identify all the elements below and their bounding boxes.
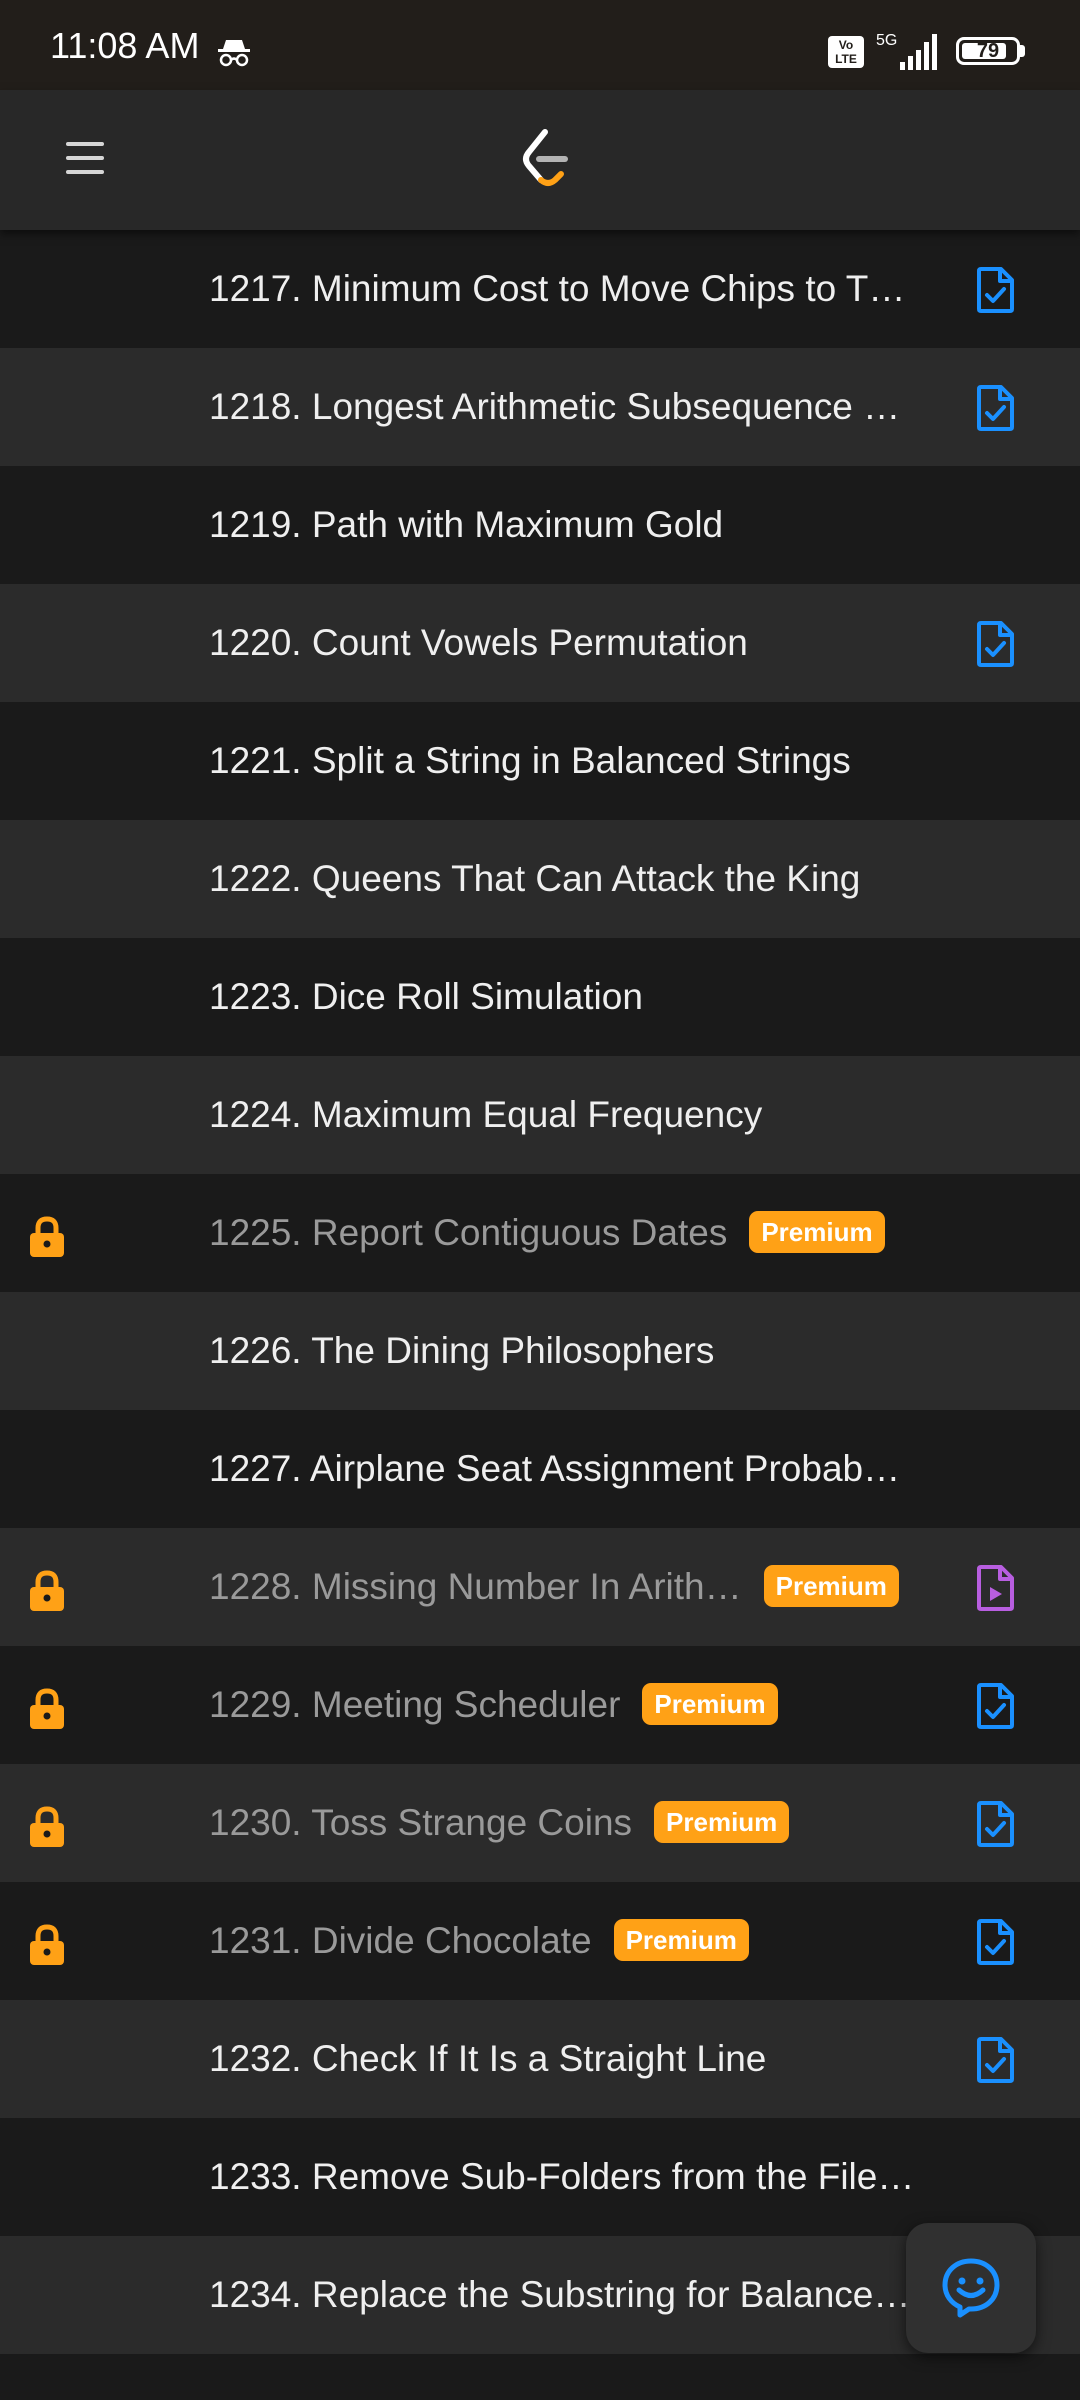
status-time: 11:08 AM [50,25,200,66]
problem-row[interactable]: 1229. Meeting Scheduler Premium [0,1646,1080,1764]
problem-title-text: 1227. Airplane Seat Assignment Probab… [209,1448,901,1489]
problem-row[interactable]: 1233. Remove Sub-Folders from the File… [0,2118,1080,2236]
signal-icon: 5G [876,32,940,72]
problem-title: 1222. Queens That Can Attack the King [209,820,860,938]
problem-title: 1220. Count Vowels Permutation [209,584,748,702]
problem-title: 1228. Missing Number In Arith… Premium [209,1528,899,1646]
hamburger-menu-icon[interactable] [66,140,104,176]
solution-article-icon[interactable] [974,1682,1016,1730]
problem-row[interactable]: 1230. Toss Strange Coins Premium [0,1764,1080,1882]
solution-article-icon[interactable] [974,384,1016,432]
problem-title-text: 1234. Replace the Substring for Balance… [209,2274,911,2315]
premium-badge: Premium [763,1565,899,1608]
battery-level: 79 [976,40,1000,62]
problem-row[interactable]: 1225. Report Contiguous Dates Premium [0,1174,1080,1292]
problem-title-text: 1229. Meeting Scheduler [209,1684,621,1725]
problem-row[interactable]: 1226. The Dining Philosophers [0,1292,1080,1410]
problem-title: 1227. Airplane Seat Assignment Probab… [209,1410,900,1528]
problem-title-text: 1225. Report Contiguous Dates [209,1212,728,1253]
problem-title-text: 1230. Toss Strange Coins [209,1802,633,1843]
problem-title-text: 1217. Minimum Cost to Move Chips to T… [209,268,906,309]
solution-article-icon[interactable] [974,266,1016,314]
volte-icon: Vo LTE [828,36,864,68]
problem-row[interactable]: 1231. Divide Chocolate Premium [0,1882,1080,2000]
solution-article-icon[interactable] [974,2036,1016,2084]
solution-article-icon[interactable] [974,1918,1016,1966]
battery-icon: 79 [956,37,1020,65]
problem-title: 1218. Longest Arithmetic Subsequence … [209,348,900,466]
premium-badge: Premium [749,1211,885,1254]
problem-row[interactable]: 1219. Path with Maximum Gold [0,466,1080,584]
problem-title: 1234. Replace the Substring for Balance… [209,2236,910,2354]
problem-title: 1226. The Dining Philosophers [209,1292,714,1410]
lock-icon [27,1688,67,1730]
problem-row[interactable]: 1220. Count Vowels Permutation [0,584,1080,702]
video-solution-icon[interactable] [974,1564,1016,1612]
problem-title: 1223. Dice Roll Simulation [209,938,643,1056]
problem-row[interactable]: 1218. Longest Arithmetic Subsequence … [0,348,1080,466]
problem-title: 1224. Maximum Equal Frequency [209,1056,762,1174]
problem-title-text: 1233. Remove Sub-Folders from the File… [209,2156,915,2197]
leetcode-logo-icon[interactable] [515,126,575,192]
problem-row[interactable]: 1223. Dice Roll Simulation [0,938,1080,1056]
problem-title-text: 1223. Dice Roll Simulation [209,976,643,1017]
problem-title: 1230. Toss Strange Coins Premium [209,1764,790,1882]
problem-list: 1217. Minimum Cost to Move Chips to T… 12… [0,230,1080,2354]
status-bar: 11:08 AM Vo LTE 5G 79 [0,0,1080,90]
solution-article-icon[interactable] [974,620,1016,668]
problem-title-text: 1232. Check If It Is a Straight Line [209,2038,767,2079]
lock-icon [27,1806,67,1848]
problem-row[interactable]: 1221. Split a String in Balanced Strings [0,702,1080,820]
problem-title-text: 1220. Count Vowels Permutation [209,622,748,663]
feedback-smiley-icon [942,2258,1000,2318]
problem-title: 1233. Remove Sub-Folders from the File… [209,2118,914,2236]
problem-row[interactable]: 1217. Minimum Cost to Move Chips to T… [0,230,1080,348]
problem-title: 1217. Minimum Cost to Move Chips to T… [209,230,905,348]
problem-title-text: 1218. Longest Arithmetic Subsequence … [209,386,901,427]
premium-badge: Premium [654,1801,790,1844]
problem-title-text: 1222. Queens That Can Attack the King [209,858,861,899]
problem-title-text: 1228. Missing Number In Arith… [209,1566,742,1607]
problem-row[interactable]: 1224. Maximum Equal Frequency [0,1056,1080,1174]
problem-title: 1221. Split a String in Balanced Strings [209,702,851,820]
problem-row[interactable]: 1227. Airplane Seat Assignment Probab… [0,1410,1080,1528]
solution-article-icon[interactable] [974,1800,1016,1848]
problem-title: 1231. Divide Chocolate Premium [209,1882,749,2000]
problem-row[interactable]: 1228. Missing Number In Arith… Premium [0,1528,1080,1646]
problem-title-text: 1224. Maximum Equal Frequency [209,1094,763,1135]
problem-title-text: 1231. Divide Chocolate [209,1920,592,1961]
problem-title: 1232. Check If It Is a Straight Line [209,2000,766,2118]
problem-title-text: 1221. Split a String in Balanced Strings [209,740,851,781]
problem-title-text: 1226. The Dining Philosophers [209,1330,715,1371]
incognito-icon [216,36,252,68]
problem-title-text: 1219. Path with Maximum Gold [209,504,724,545]
problem-title: 1225. Report Contiguous Dates Premium [209,1174,885,1292]
problem-row[interactable]: 1222. Queens That Can Attack the King [0,820,1080,938]
problem-row[interactable]: 1232. Check If It Is a Straight Line [0,2000,1080,2118]
problem-title: 1229. Meeting Scheduler Premium [209,1646,778,1764]
app-header [0,90,1080,230]
lock-icon [27,1216,67,1258]
problem-title: 1219. Path with Maximum Gold [209,466,723,584]
lock-icon [27,1570,67,1612]
premium-badge: Premium [613,1919,749,1962]
feedback-button[interactable] [906,2223,1036,2353]
lock-icon [27,1924,67,1966]
premium-badge: Premium [642,1683,778,1726]
